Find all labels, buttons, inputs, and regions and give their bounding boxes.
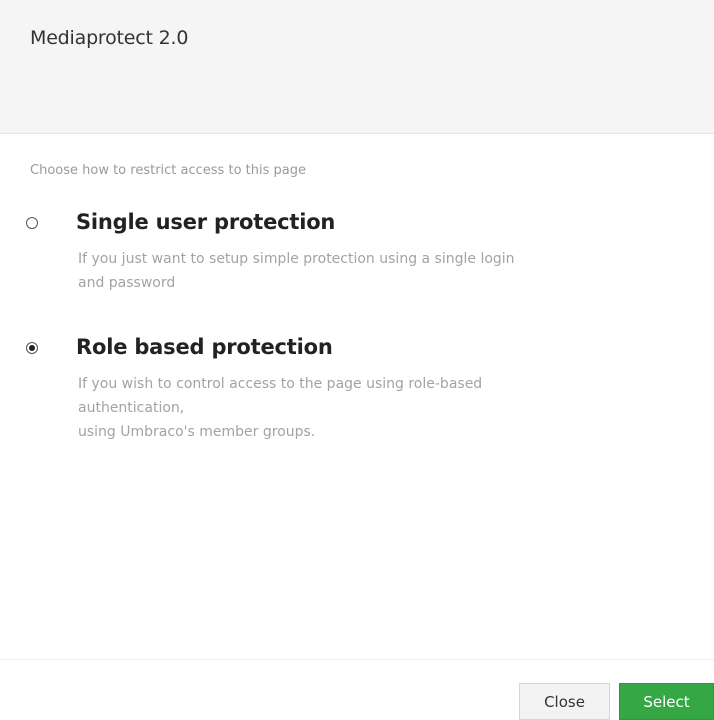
option-description: If you wish to control access to the pag… bbox=[78, 372, 678, 444]
select-button[interactable]: Select bbox=[619, 683, 714, 720]
description-line: using Umbraco's member groups. bbox=[78, 424, 316, 440]
description-line: If you wish to control access to the pag… bbox=[78, 376, 483, 392]
dialog-header: Mediaprotect 2.0 bbox=[0, 0, 714, 134]
intro-text: Choose how to restrict access to this pa… bbox=[30, 163, 306, 178]
footer-divider bbox=[0, 659, 714, 660]
option-title: Single user protection bbox=[76, 210, 336, 234]
single-user-radio[interactable] bbox=[26, 217, 38, 229]
description-line: authentication, bbox=[78, 400, 185, 416]
role-based-radio[interactable] bbox=[26, 342, 38, 354]
option-description: If you just want to setup simple protect… bbox=[78, 247, 678, 295]
dialog-title: Mediaprotect 2.0 bbox=[30, 27, 189, 49]
description-line: If you just want to setup simple protect… bbox=[78, 251, 515, 267]
option-title: Role based protection bbox=[76, 335, 333, 359]
description-line: and password bbox=[78, 275, 176, 291]
close-button[interactable]: Close bbox=[519, 683, 610, 720]
protect-dialog: Mediaprotect 2.0 Choose how to restrict … bbox=[0, 0, 714, 720]
